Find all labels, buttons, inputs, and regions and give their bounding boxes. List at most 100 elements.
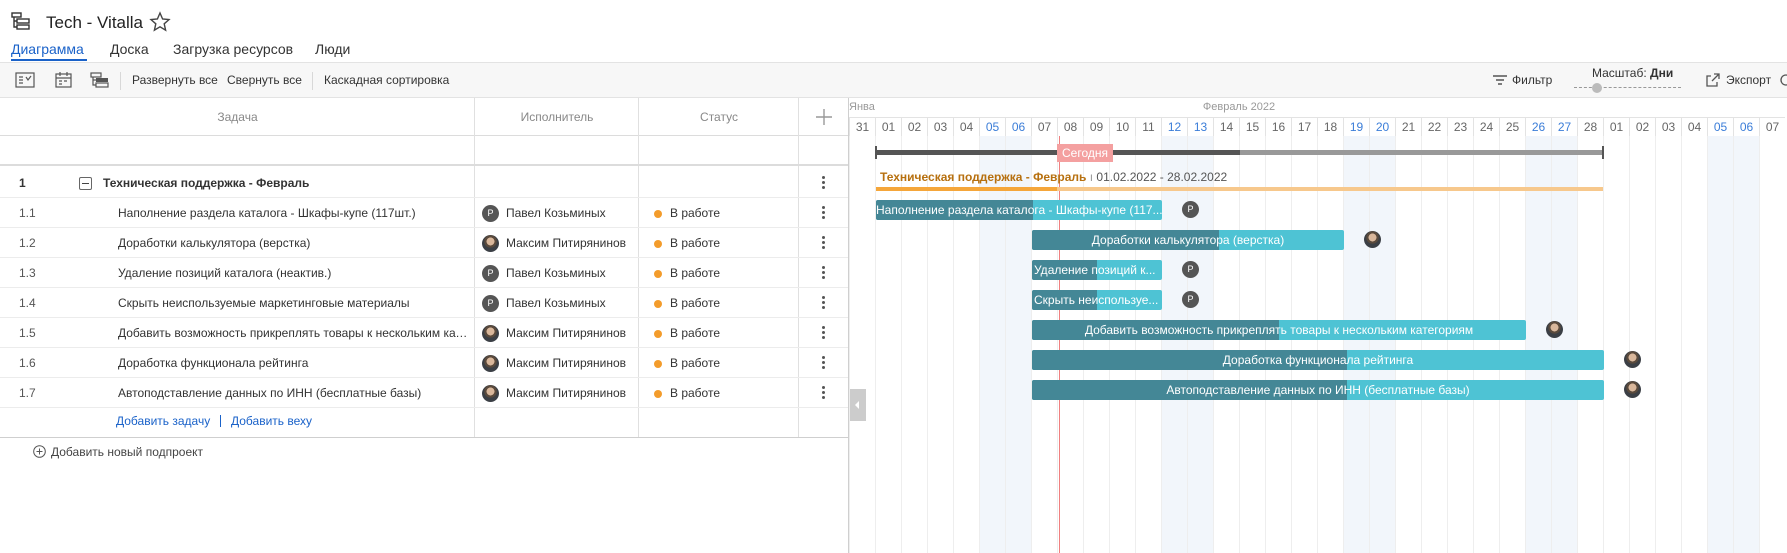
column-header-status[interactable]: Статус <box>639 98 799 136</box>
add-column-button[interactable] <box>799 98 848 136</box>
task-bar[interactable]: Наполнение раздела каталога - Шкафы-купе… <box>876 200 1162 220</box>
status-text[interactable]: В работе <box>670 318 720 348</box>
task-bar[interactable]: Скрыть неиспользуе... <box>1032 290 1162 310</box>
assignee-name[interactable]: Павел Козьминых <box>506 198 634 228</box>
group-row[interactable]: 1 Техническая поддержка - Февраль <box>0 168 848 198</box>
task-list-icon[interactable] <box>15 72 35 88</box>
row-menu-icon[interactable] <box>822 295 826 311</box>
task-name[interactable]: Автоподставление данных по ИНН (бесплатн… <box>118 378 470 408</box>
assignee-name[interactable]: Павел Козьминых <box>506 288 634 318</box>
day-column <box>1681 136 1707 553</box>
task-name[interactable]: Доработка функционала рейтинга <box>118 348 470 378</box>
section-divider <box>0 437 848 438</box>
collapse-all-button[interactable]: Свернуть все <box>227 73 302 87</box>
add-task-link[interactable]: Добавить задачу <box>116 414 210 428</box>
timeline-start-marker <box>875 146 877 159</box>
avatar <box>482 385 499 402</box>
task-bar[interactable]: Доработка функционала рейтинга <box>1032 350 1604 370</box>
task-row[interactable]: 1.1 Наполнение раздела каталога - Шкафы-к… <box>0 198 848 228</box>
tab-diagram[interactable]: Диаграмма <box>11 40 84 58</box>
day-label: 17 <box>1291 117 1317 136</box>
row-menu-icon[interactable] <box>822 355 826 371</box>
favorite-star-icon[interactable] <box>149 11 171 33</box>
row-menu-icon[interactable] <box>822 205 826 221</box>
avatar: Р <box>482 205 499 222</box>
row-menu-icon[interactable] <box>822 265 826 281</box>
status-text[interactable]: В работе <box>670 348 720 378</box>
assignee-name[interactable]: Максим Питирянинов <box>506 378 634 408</box>
status-text[interactable]: В работе <box>670 258 720 288</box>
day-label: 05 <box>979 117 1005 136</box>
task-row[interactable]: 1.3 Удаление позиций каталога (неактив.) Р… <box>0 258 848 288</box>
task-name[interactable]: Удаление позиций каталога (неактив.) <box>118 258 470 288</box>
task-bar[interactable]: Автоподставление данных по ИНН (бесплатн… <box>1032 380 1604 400</box>
add-subproject-link[interactable]: Добавить новый подпроект <box>51 445 203 459</box>
calendar-icon[interactable] <box>54 72 74 88</box>
export-icon[interactable] <box>1705 72 1721 88</box>
day-label: 04 <box>1681 117 1707 136</box>
project-tree-icon <box>11 12 30 30</box>
task-number: 1.6 <box>19 356 36 370</box>
assignee-name[interactable]: Максим Питирянинов <box>506 348 634 378</box>
task-bar-avatar <box>1546 321 1563 338</box>
add-milestone-link[interactable]: Добавить веху <box>231 414 312 428</box>
assignee-name[interactable]: Павел Козьминых <box>506 258 634 288</box>
filter-icon[interactable] <box>1492 72 1508 88</box>
row-menu-icon[interactable] <box>822 175 826 191</box>
day-label: 14 <box>1213 117 1239 136</box>
group-name[interactable]: Техническая поддержка - Февраль <box>103 168 309 198</box>
status-text[interactable]: В работе <box>670 198 720 228</box>
status-text[interactable]: В работе <box>670 228 720 258</box>
task-number: 1.4 <box>19 296 36 310</box>
day-label: 06 <box>1733 117 1759 136</box>
task-row[interactable]: 1.2 Доработки калькулятора (верстка) Макси… <box>0 228 848 258</box>
day-column <box>1031 136 1057 553</box>
add-circle-icon[interactable] <box>33 445 46 458</box>
task-row[interactable]: 1.4 Скрыть неиспользуемые маркетинговые м… <box>0 288 848 318</box>
task-bar[interactable]: Добавить возможность прикреплять товары … <box>1032 320 1526 340</box>
task-name[interactable]: Наполнение раздела каталога - Шкафы-купе… <box>118 198 470 228</box>
day-label: 10 <box>1109 117 1135 136</box>
task-row[interactable]: 1.5 Добавить возможность прикреплять това… <box>0 318 848 348</box>
day-label: 06 <box>1005 117 1031 136</box>
day-column <box>1473 136 1499 553</box>
expand-all-button[interactable]: Развернуть все <box>132 73 218 87</box>
row-menu-icon[interactable] <box>822 385 826 401</box>
scale-slider-track[interactable] <box>1574 87 1681 88</box>
task-bar[interactable]: Удаление позиций к... <box>1032 260 1162 280</box>
group-bar[interactable] <box>876 187 1603 191</box>
tab-resource-load[interactable]: Загрузка ресурсов <box>173 40 293 58</box>
day-label: 02 <box>1629 117 1655 136</box>
task-row[interactable]: 1.6 Доработка функционала рейтинга Максим … <box>0 348 848 378</box>
task-number: 1.5 <box>19 326 36 340</box>
day-label: 03 <box>1655 117 1681 136</box>
task-name[interactable]: Добавить возможность прикреплять товары … <box>118 318 470 348</box>
collapse-toggle-icon[interactable] <box>79 177 92 190</box>
task-bar[interactable]: Доработки калькулятора (верстка) <box>1032 230 1344 250</box>
assignee-name[interactable]: Максим Питирянинов <box>506 228 634 258</box>
refresh-icon[interactable] <box>1778 72 1787 88</box>
status-text[interactable]: В работе <box>670 288 720 318</box>
day-label: 16 <box>1265 117 1291 136</box>
filter-button[interactable]: Фильтр <box>1512 73 1552 87</box>
day-label: 25 <box>1499 117 1525 136</box>
export-button[interactable]: Экспорт <box>1726 73 1771 87</box>
assignee-name[interactable]: Максим Питирянинов <box>506 318 634 348</box>
tab-board[interactable]: Доска <box>110 40 149 58</box>
column-header-task[interactable]: Задача <box>0 98 475 136</box>
day-label: 08 <box>1057 117 1083 136</box>
scale-slider-handle[interactable] <box>1592 83 1602 93</box>
task-name[interactable]: Доработки калькулятора (верстка) <box>118 228 470 258</box>
task-name[interactable]: Скрыть неиспользуемые маркетинговые мате… <box>118 288 470 318</box>
gantt-view-icon[interactable] <box>90 72 110 88</box>
day-column <box>1447 136 1473 553</box>
tab-people[interactable]: Люди <box>315 40 350 58</box>
status-text[interactable]: В работе <box>670 378 720 408</box>
column-header-assignee[interactable]: Исполнитель <box>475 98 639 136</box>
day-label: 28 <box>1577 117 1603 136</box>
row-menu-icon[interactable] <box>822 235 826 251</box>
task-bar-avatar: Р <box>1182 201 1199 218</box>
task-row[interactable]: 1.7 Автоподставление данных по ИНН (беспл… <box>0 378 848 408</box>
cascade-sort-button[interactable]: Каскадная сортировка <box>324 73 449 87</box>
row-menu-icon[interactable] <box>822 325 826 341</box>
